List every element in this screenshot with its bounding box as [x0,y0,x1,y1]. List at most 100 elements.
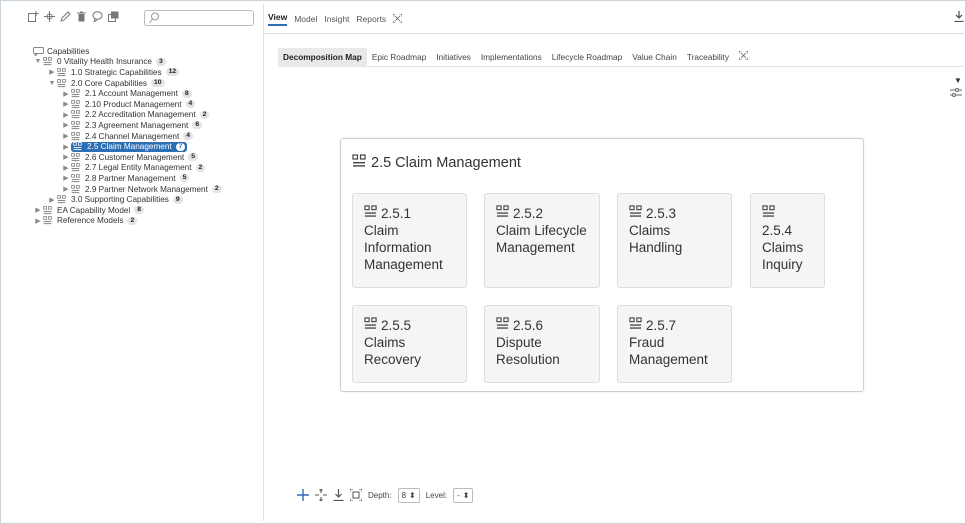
capability-icon [71,121,82,130]
tree-item-content: 2.1 Account Management 8 [71,89,192,98]
subtab-implementations[interactable]: Implementations [476,48,547,66]
caret-down-icon[interactable]: ▼ [33,58,43,65]
count-badge: 5 [188,153,198,162]
capability-card-name: Dispute Resolution [496,335,560,367]
capability-card[interactable]: 2.5.1 Claim Information Management [352,193,467,288]
fit-screen-icon[interactable] [349,488,363,503]
tree-item-label: 2.10 Product Management [85,99,182,109]
caret-right-icon[interactable]: ▶ [61,132,71,140]
download-icon[interactable] [954,11,964,24]
tree-item[interactable]: ▶ 2.9 Partner Network Management 2 [33,184,222,195]
caret-right-icon[interactable]: ▶ [61,185,71,193]
tab-insight[interactable]: Insight [324,14,349,24]
tree-item[interactable]: ▶ 1.0 Strategic Capabilities 12 [33,67,222,78]
capability-icon [71,184,82,194]
export-icon[interactable] [333,488,344,503]
tree-item-label: 2.0 Core Capabilities [71,78,148,88]
capability-icon [364,317,377,334]
tree-item[interactable]: ▶ EA Capability Model 8 [33,205,222,216]
tree-item[interactable]: ▶ 2.8 Partner Management 5 [33,173,222,184]
subtab-initiatives[interactable]: Initiatives [431,48,476,66]
subtab-lifecycle-roadmap[interactable]: Lifecycle Roadmap [547,48,628,66]
caret-right-icon[interactable]: ▶ [47,196,57,204]
tab-model[interactable]: Model [294,14,317,24]
tree-item[interactable]: ▶ 2.7 Legal Entity Management 2 [33,163,222,174]
tree-item[interactable]: ▶ 2.3 Agreement Management 6 [33,120,222,131]
tree-root[interactable]: Capabilities [33,46,222,57]
capability-icon [43,57,54,66]
capability-icon [73,142,84,151]
tab-reports[interactable]: Reports [356,14,386,24]
tree-item[interactable]: ▶ 2.10 Product Management 4 [33,99,222,110]
caret-right-icon[interactable]: ▶ [61,121,71,129]
tree-item-content: 2.9 Partner Network Management 2 [71,185,222,194]
capability-icon [496,317,509,334]
capability-card[interactable]: 2.5.2 Claim Lifecycle Management [484,193,600,288]
subtab-value-chain[interactable]: Value Chain [627,48,682,66]
copy-icon[interactable] [108,11,119,22]
caret-right-icon[interactable]: ▶ [61,90,71,98]
count-badge: 5 [179,174,190,183]
caret-right-icon[interactable]: ▶ [61,111,71,119]
caret-right-icon[interactable]: ▶ [61,100,71,108]
capability-card[interactable]: 2.5.7 Fraud Management [617,305,732,383]
tree-item[interactable]: ▶ 2.2 Accreditation Management 2 [33,110,222,121]
tree-item-content: 2.6 Customer Management 5 [71,153,198,162]
tree-item[interactable]: ▶ 2.6 Customer Management 5 [33,152,222,163]
comment-icon[interactable] [92,11,103,22]
sliders-icon[interactable] [950,88,962,99]
expand-icon[interactable] [315,487,327,503]
tree-item-label: 2.2 Accreditation Management [85,110,196,120]
capability-card[interactable]: 2.5.5 Claims Recovery [352,305,467,383]
subtab-epic-roadmap[interactable]: Epic Roadmap [367,48,431,66]
capability-number-text: 2.5.1 [381,206,412,221]
count-badge: 2 [199,110,210,119]
caret-right-icon[interactable]: ▶ [61,143,71,151]
depth-select[interactable]: 8 ⬍ [397,488,420,503]
tree-item[interactable]: ▶ Reference Models 2 [33,216,222,227]
caret-right-icon[interactable]: ▶ [61,153,71,161]
tree-item-label: 2.1 Account Management [85,89,178,99]
tree-item[interactable]: ▶ 3.0 Supporting Capabilities 9 [33,194,222,205]
capability-number-text: 2.5.3 [646,206,677,221]
count-badge: 2 [211,185,222,194]
level-select[interactable]: - ⬍ [453,488,474,503]
tree-item[interactable]: ▼ 0 Vitality Health Insurance 3 [33,57,222,68]
tree-root-label: Capabilities [47,46,90,56]
move-icon[interactable] [44,11,55,22]
caret-right-icon[interactable]: ▶ [33,217,43,225]
tab-view[interactable]: View [268,12,288,26]
tree-item[interactable]: ▼ 2.0 Core Capabilities 10 [33,78,222,89]
tree-item-label: 2.8 Partner Management [85,173,176,183]
add-node-icon[interactable] [297,488,309,503]
capability-card-name: Claim Lifecycle Management [496,223,587,255]
capability-card[interactable]: 2.5.6 Dispute Resolution [484,305,600,383]
add-icon[interactable] [28,11,39,22]
caret-right-icon[interactable]: ▶ [33,206,43,214]
subtab-traceability[interactable]: Traceability [682,48,734,66]
expand-subtabs-icon[interactable] [734,47,753,66]
caret-right-icon[interactable]: ▶ [61,174,71,182]
subtab-decomposition-map[interactable]: Decomposition Map [278,47,367,66]
caret-right-icon[interactable]: ▶ [47,68,57,76]
capability-card[interactable]: 2.5.3 Claims Handling [617,193,732,288]
caret-down-icon[interactable]: ▼ [47,80,57,87]
delete-icon[interactable] [76,11,87,22]
capability-card[interactable]: 2.5.4 Claims Inquiry [750,193,825,288]
count-badge: 8 [181,89,192,98]
capability-icon [43,216,54,225]
edit-icon[interactable] [60,11,71,22]
tree-item[interactable]: ▶ 2.1 Account Management 8 [33,88,222,99]
speech-bubble-icon [33,46,44,56]
tree-item-content: 2.3 Agreement Management 6 [71,121,203,130]
tree-item-label: EA Capability Model [57,205,131,215]
tree-search-input[interactable] [144,10,254,26]
caret-down-icon[interactable]: ▼ [954,76,962,85]
count-badge: 6 [192,121,203,130]
caret-right-icon[interactable]: ▶ [61,164,71,172]
tree-item[interactable]: ▶ 2.4 Channel Management 4 [33,131,222,142]
depth-value: 8 [401,491,407,500]
decomposition-map: 2.5 Claim Management 2.5.1 Claim Informat… [340,138,864,392]
tree-item[interactable]: ▶ 2.5 Claim Management 7 [33,141,222,152]
expand-tabs-icon[interactable] [392,13,403,25]
